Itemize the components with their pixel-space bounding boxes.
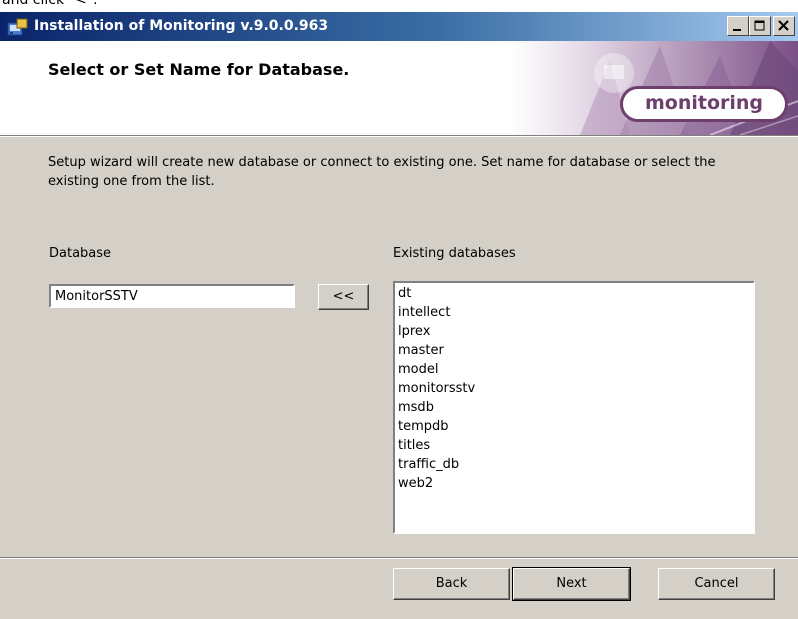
database-list-item[interactable]: web2 (398, 474, 750, 493)
header-divider-highlight (0, 136, 798, 137)
wizard-header: Select or Set Name for Database. monitor… (0, 41, 798, 135)
minimize-icon (733, 29, 741, 31)
copy-to-name-button[interactable]: << (318, 284, 369, 310)
database-list-item[interactable]: monitorsstv (398, 379, 750, 398)
description-text: Setup wizard will create new database or… (48, 155, 716, 189)
existing-databases-list[interactable]: dt intellect lprex master model monitorsstv ms… (393, 281, 755, 534)
window-title: Installation of Monitoring v.9.0.0.963 (34, 18, 329, 34)
database-list-item[interactable]: tempdb (398, 417, 750, 436)
minimize-button[interactable] (727, 16, 749, 36)
database-list-item[interactable]: master (398, 341, 750, 360)
title-bar[interactable]: Installation of Monitoring v.9.0.0.963 (0, 12, 798, 41)
monitoring-logo: monitoring (620, 86, 788, 122)
close-icon (778, 20, 789, 31)
existing-databases-label: Existing databases (393, 246, 516, 261)
page-title: Select or Set Name for Database. (48, 60, 350, 79)
installer-icon (7, 18, 28, 36)
database-label: Database (49, 246, 112, 261)
database-list-item[interactable]: intellect (398, 303, 750, 322)
instruction-fragment: and click "<". (2, 0, 98, 8)
database-list-item[interactable]: model (398, 360, 750, 379)
database-list-item[interactable]: dt (398, 284, 750, 303)
database-items: dt intellect lprex master model monitorsstv ms… (395, 283, 753, 494)
database-name-input[interactable] (49, 284, 295, 308)
next-button[interactable]: Next (512, 567, 631, 601)
maximize-icon (754, 20, 765, 31)
installer-window: Installation of Monitoring v.9.0.0.963 S… (0, 12, 798, 619)
maximize-button[interactable] (749, 16, 771, 36)
back-button[interactable]: Back (393, 568, 510, 600)
database-list-item[interactable]: titles (398, 436, 750, 455)
database-list-item[interactable]: traffic_db (398, 455, 750, 474)
close-button[interactable] (773, 16, 795, 36)
cancel-button[interactable]: Cancel (658, 568, 775, 600)
footer-divider-highlight (0, 558, 798, 559)
database-list-item[interactable]: lprex (398, 322, 750, 341)
database-list-item[interactable]: msdb (398, 398, 750, 417)
